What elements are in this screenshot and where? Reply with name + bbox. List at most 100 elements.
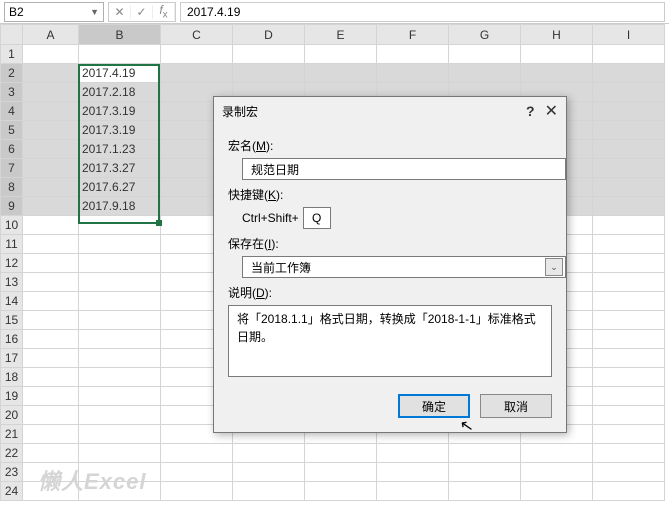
shortcut-key-input[interactable] (303, 207, 331, 229)
cell[interactable] (23, 140, 79, 159)
cancel-icon[interactable]: ✕ (109, 5, 131, 19)
close-icon[interactable]: ✕ (545, 101, 558, 121)
cell[interactable] (79, 425, 161, 444)
cell[interactable] (79, 311, 161, 330)
cell[interactable] (23, 349, 79, 368)
cell[interactable] (449, 45, 521, 64)
col-header[interactable]: H (521, 25, 593, 45)
cell[interactable] (593, 444, 665, 463)
cell[interactable] (23, 292, 79, 311)
cell[interactable] (305, 482, 377, 501)
row-header[interactable]: 22 (1, 444, 23, 463)
cell[interactable] (23, 178, 79, 197)
cell[interactable] (23, 235, 79, 254)
cell[interactable] (593, 482, 665, 501)
cell[interactable] (593, 463, 665, 482)
cell[interactable] (305, 444, 377, 463)
ok-button[interactable]: 确定 (398, 394, 470, 418)
row-header[interactable]: 17 (1, 349, 23, 368)
cell[interactable] (593, 159, 665, 178)
row-header[interactable]: 20 (1, 406, 23, 425)
cell[interactable] (23, 387, 79, 406)
cell[interactable]: 2017.1.23 (79, 140, 161, 159)
cell[interactable] (377, 463, 449, 482)
row-header[interactable]: 4 (1, 102, 23, 121)
cell[interactable] (593, 349, 665, 368)
cell[interactable] (23, 216, 79, 235)
cell[interactable] (593, 387, 665, 406)
cell[interactable] (593, 197, 665, 216)
row-header[interactable]: 16 (1, 330, 23, 349)
cell[interactable] (79, 406, 161, 425)
help-icon[interactable]: ? (526, 103, 535, 119)
row-header[interactable]: 23 (1, 463, 23, 482)
cell[interactable] (593, 330, 665, 349)
cell[interactable] (593, 140, 665, 159)
dialog-titlebar[interactable]: 录制宏 ? ✕ (214, 97, 566, 125)
cell[interactable] (23, 444, 79, 463)
cell[interactable] (233, 64, 305, 83)
cell[interactable] (23, 102, 79, 121)
cell[interactable] (79, 349, 161, 368)
cell[interactable] (593, 406, 665, 425)
cell[interactable] (23, 425, 79, 444)
cell[interactable] (23, 406, 79, 425)
cell[interactable] (79, 273, 161, 292)
row-header[interactable]: 21 (1, 425, 23, 444)
cell[interactable] (23, 254, 79, 273)
col-header[interactable]: G (449, 25, 521, 45)
save-in-combo[interactable]: 当前工作簿 ⌄ (242, 256, 566, 278)
cell[interactable] (521, 45, 593, 64)
cell[interactable] (593, 273, 665, 292)
cell[interactable] (23, 45, 79, 64)
cell[interactable] (23, 330, 79, 349)
cell[interactable] (161, 45, 233, 64)
cell[interactable] (521, 444, 593, 463)
select-all-corner[interactable] (1, 25, 23, 45)
row-header[interactable]: 10 (1, 216, 23, 235)
row-header[interactable]: 15 (1, 311, 23, 330)
cell[interactable] (449, 64, 521, 83)
cell[interactable] (449, 444, 521, 463)
cell[interactable] (161, 64, 233, 83)
row-header[interactable]: 13 (1, 273, 23, 292)
cell[interactable] (593, 425, 665, 444)
cell[interactable] (593, 368, 665, 387)
cell[interactable]: 2017.3.27 (79, 159, 161, 178)
cell[interactable] (23, 368, 79, 387)
name-box[interactable]: B2 ▼ (4, 2, 104, 22)
cell[interactable] (521, 64, 593, 83)
cell[interactable]: 2017.3.19 (79, 121, 161, 140)
cell[interactable] (593, 235, 665, 254)
cell[interactable] (79, 330, 161, 349)
cell[interactable] (233, 482, 305, 501)
cell[interactable] (521, 482, 593, 501)
col-header[interactable]: F (377, 25, 449, 45)
cell[interactable] (23, 83, 79, 102)
cell[interactable] (305, 463, 377, 482)
cell[interactable] (233, 444, 305, 463)
chevron-down-icon[interactable]: ⌄ (545, 258, 563, 276)
cell[interactable] (79, 387, 161, 406)
col-header[interactable]: D (233, 25, 305, 45)
cell[interactable] (79, 235, 161, 254)
formula-input[interactable]: 2017.4.19 (180, 2, 665, 22)
cell[interactable] (233, 463, 305, 482)
cell[interactable]: 2017.9.18 (79, 197, 161, 216)
fill-handle[interactable] (156, 220, 162, 226)
cell[interactable] (593, 178, 665, 197)
cell[interactable] (593, 292, 665, 311)
cell[interactable] (79, 254, 161, 273)
cell[interactable] (449, 482, 521, 501)
cell[interactable] (593, 311, 665, 330)
row-header[interactable]: 7 (1, 159, 23, 178)
description-input[interactable]: 将「2018.1.1」格式日期，转换成「2018-1-1」标准格式日期。 (228, 305, 552, 377)
cell[interactable] (79, 292, 161, 311)
row-header[interactable]: 18 (1, 368, 23, 387)
cell[interactable]: 2017.6.27 (79, 178, 161, 197)
fx-icon[interactable]: fx (153, 3, 175, 20)
cell[interactable] (593, 83, 665, 102)
cell[interactable] (161, 444, 233, 463)
cell[interactable] (521, 463, 593, 482)
cell[interactable] (79, 45, 161, 64)
